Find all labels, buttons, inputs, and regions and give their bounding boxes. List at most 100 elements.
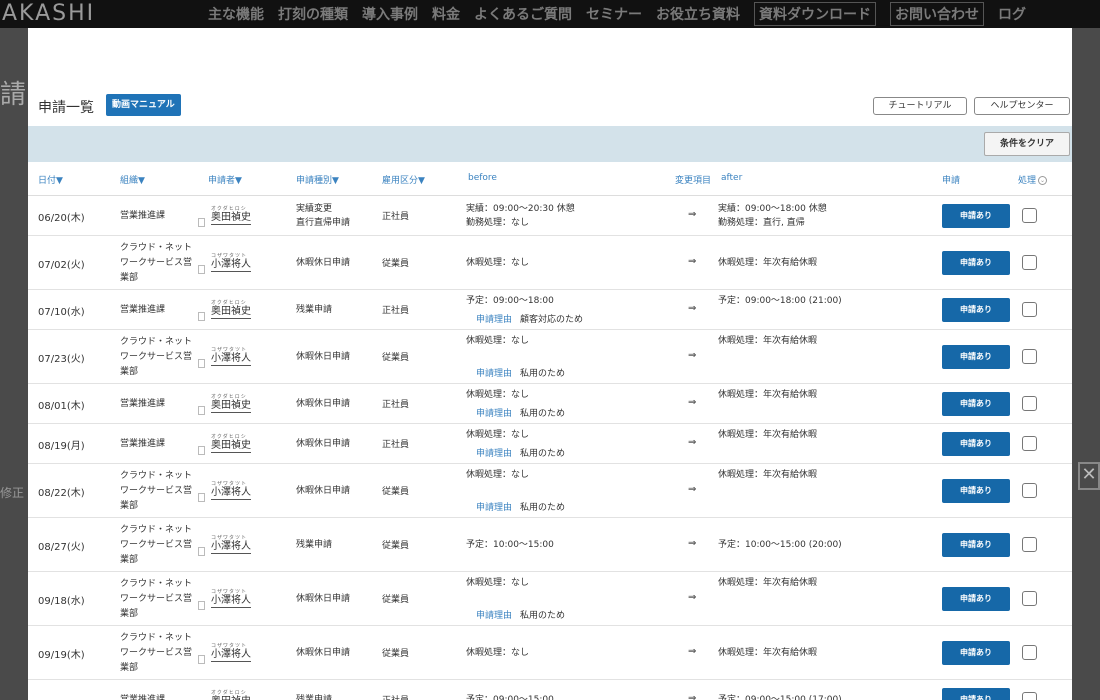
- nav-item-download[interactable]: 資料ダウンロード: [754, 2, 876, 26]
- chevron-down-icon[interactable]: ⌄: [1038, 176, 1048, 185]
- tutorial-button[interactable]: チュートリアル: [873, 97, 967, 115]
- cell-before: 予定：09:00〜18:00: [466, 294, 554, 308]
- document-icon[interactable]: [198, 406, 205, 415]
- cell-type: 休暇休日申請: [296, 437, 350, 451]
- process-checkbox[interactable]: [1022, 208, 1037, 223]
- cell-applicant[interactable]: コザワタツト 小澤将人: [211, 589, 251, 608]
- nav-item-seminar[interactable]: セミナー: [586, 4, 642, 24]
- process-checkbox[interactable]: [1022, 255, 1037, 270]
- applicant-name[interactable]: 小澤将人: [211, 541, 251, 554]
- nav-item-features[interactable]: 主な機能: [208, 4, 264, 24]
- header-date[interactable]: 日付▼: [38, 173, 63, 186]
- header-process[interactable]: 処理 ⌄: [1018, 173, 1048, 186]
- type-line: 休暇休日申請: [296, 648, 351, 658]
- process-checkbox[interactable]: [1022, 483, 1037, 498]
- applicant-name[interactable]: 小澤将人: [211, 259, 251, 272]
- header-applicant[interactable]: 申請者▼: [208, 173, 242, 186]
- nav-item-punch-types[interactable]: 打刻の種類: [278, 4, 348, 24]
- document-icon[interactable]: [198, 547, 205, 556]
- cell-applicant[interactable]: オクダヒロシ奥田禎史: [211, 300, 251, 319]
- cell-reason: 申請理由 私用のため: [476, 406, 565, 419]
- cell-type: 残業申請: [296, 538, 332, 552]
- document-icon[interactable]: [198, 655, 205, 664]
- close-icon[interactable]: ✕: [1078, 462, 1100, 490]
- cell-after: 実績：09:00〜18:00 休憩 勤務処理：直行, 直帰: [718, 202, 827, 230]
- applicant-name[interactable]: 小澤将人: [211, 649, 251, 662]
- applicant-name[interactable]: 奥田禎史: [211, 696, 251, 700]
- process-checkbox[interactable]: [1022, 436, 1037, 451]
- apply-button[interactable]: 申請あり: [942, 392, 1010, 416]
- applicant-name[interactable]: 奥田禎史: [211, 212, 251, 225]
- header-type[interactable]: 申請種別▼: [296, 173, 339, 186]
- apply-button[interactable]: 申請あり: [942, 688, 1010, 700]
- process-checkbox[interactable]: [1022, 692, 1037, 700]
- cell-employment: 従業員: [382, 541, 410, 551]
- reason-label: 申請理由: [476, 315, 513, 325]
- apply-button[interactable]: 申請あり: [942, 432, 1010, 456]
- nav-item-login[interactable]: ログ: [998, 4, 1026, 24]
- nav-item-faq[interactable]: よくあるご質問: [474, 4, 572, 24]
- apply-button[interactable]: 申請あり: [942, 479, 1010, 503]
- header-change: 変更項目: [675, 176, 712, 186]
- apply-button[interactable]: 申請あり: [942, 533, 1010, 557]
- cell-applicant[interactable]: オクダヒロシ奥田禎史: [211, 394, 251, 413]
- cell-applicant[interactable]: コザワタツト 小澤将人: [211, 643, 251, 662]
- header-org[interactable]: 組織▼: [120, 173, 145, 186]
- before-line: 休暇処理：なし: [466, 258, 530, 268]
- document-icon[interactable]: [198, 493, 205, 502]
- applicant-name[interactable]: 奥田禎史: [211, 306, 251, 319]
- help-center-button[interactable]: ヘルプセンター: [974, 97, 1070, 115]
- arrow-icon: ⇒: [688, 256, 697, 267]
- cell-date: 06/20(木): [38, 213, 85, 224]
- cell-before: 休暇処理：なし: [466, 576, 529, 590]
- document-icon[interactable]: [198, 446, 205, 455]
- apply-button[interactable]: 申請あり: [942, 298, 1010, 322]
- nav-item-resources[interactable]: お役立ち資料: [656, 4, 740, 24]
- cell-employment: 従業員: [382, 649, 410, 659]
- cell-applicant[interactable]: オクダヒロシ奥田禎史: [211, 206, 251, 225]
- table-row: 06/20(木) 営業推進課 オクダヒロシ 奥田禎史 実績変更 直行直帰申請 正社員 実績：0…: [28, 196, 1072, 236]
- cell-applicant[interactable]: オクダヒロシ奥田禎史: [211, 434, 251, 453]
- nav-item-contact[interactable]: お問い合わせ: [890, 2, 984, 26]
- apply-button[interactable]: 申請あり: [942, 251, 1010, 275]
- video-manual-button[interactable]: 動画マニュアル: [106, 94, 181, 116]
- document-icon[interactable]: [198, 218, 205, 227]
- document-icon[interactable]: [198, 359, 205, 368]
- apply-button[interactable]: 申請あり: [942, 345, 1010, 369]
- cell-applicant[interactable]: コザワタツト 小澤将人: [211, 481, 251, 500]
- header-employment[interactable]: 雇用区分▼: [382, 173, 425, 186]
- cell-date: 08/27(火): [38, 542, 85, 553]
- process-checkbox[interactable]: [1022, 349, 1037, 364]
- cell-applicant[interactable]: コザワタツト 小澤将人: [211, 253, 251, 272]
- before-line: 実績：09:00〜20:30 休憩: [466, 204, 575, 214]
- document-icon[interactable]: [198, 265, 205, 274]
- table-row: 07/02(火) クラウド・ネットワークサービス営業部 コザワタツト 小澤将人 休暇休日…: [28, 236, 1072, 290]
- table-header: 日付▼ 組織▼ 申請者▼ 申請種別▼ 雇用区分▼ before 変更項目 aft…: [28, 162, 1072, 196]
- clear-conditions-button[interactable]: 条件をクリア: [984, 132, 1070, 156]
- type-line: 休暇休日申請: [296, 258, 351, 268]
- nav-item-cases[interactable]: 導入事例: [362, 4, 418, 24]
- process-checkbox[interactable]: [1022, 591, 1037, 606]
- applicant-name[interactable]: 小澤将人: [211, 595, 251, 608]
- document-icon[interactable]: [198, 601, 205, 610]
- apply-button[interactable]: 申請あり: [942, 587, 1010, 611]
- applicant-name[interactable]: 奥田禎史: [211, 440, 251, 453]
- cell-applicant[interactable]: コザワタツト 小澤将人: [211, 535, 251, 554]
- reason-text: 顧客対応のため: [520, 315, 584, 325]
- nav-item-pricing[interactable]: 料金: [432, 4, 460, 24]
- process-checkbox[interactable]: [1022, 537, 1037, 552]
- cell-applicant[interactable]: コザワタツト 小澤将人: [211, 347, 251, 366]
- cell-applicant[interactable]: オクダヒロシ奥田禎史: [211, 690, 251, 700]
- type-line: 残業申請: [296, 540, 333, 550]
- process-checkbox[interactable]: [1022, 645, 1037, 660]
- document-icon[interactable]: [198, 312, 205, 321]
- apply-button[interactable]: 申請あり: [942, 641, 1010, 665]
- cell-employment: 従業員: [382, 353, 410, 363]
- applicant-name[interactable]: 小澤将人: [211, 487, 251, 500]
- cell-after: 予定：09:00〜15:00 (17:00): [718, 693, 842, 700]
- applicant-name[interactable]: 奥田禎史: [211, 400, 251, 413]
- apply-button[interactable]: 申請あり: [942, 204, 1010, 228]
- process-checkbox[interactable]: [1022, 302, 1037, 317]
- applicant-name[interactable]: 小澤将人: [211, 353, 251, 366]
- process-checkbox[interactable]: [1022, 396, 1037, 411]
